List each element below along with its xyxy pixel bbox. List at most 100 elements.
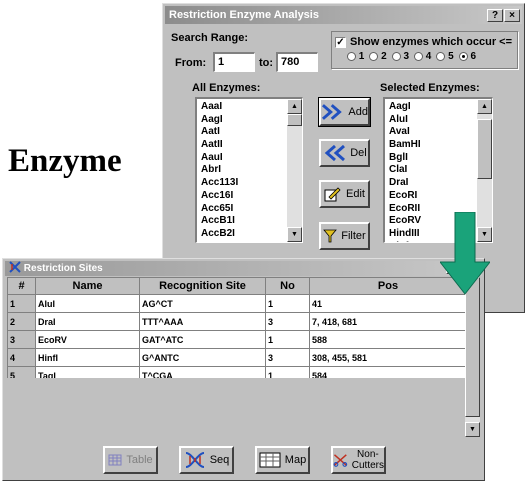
- cell-pos: 7, 418, 681: [309, 312, 467, 331]
- cell-pos: 308, 455, 581: [309, 348, 467, 367]
- scroll-thumb[interactable]: [477, 119, 492, 179]
- scroll-down-icon[interactable]: ▼: [287, 227, 302, 242]
- cell-no: 3: [265, 348, 310, 367]
- from-input[interactable]: 1: [213, 52, 255, 72]
- column-header[interactable]: Recognition Site: [139, 277, 266, 295]
- to-label: to:: [259, 57, 274, 69]
- slide-heading: Enzyme: [8, 143, 122, 179]
- scroll-down-icon[interactable]: ▼: [465, 422, 480, 437]
- non-cutters-label: Non- Cutters: [352, 449, 384, 471]
- occur-option-4[interactable]: 4: [414, 51, 431, 62]
- cell-pos: 588: [309, 330, 467, 349]
- seq-button-label: Seq: [209, 454, 230, 466]
- column-header[interactable]: #: [7, 277, 36, 295]
- table-button-label: Table: [126, 454, 153, 466]
- cell-num: 2: [7, 312, 36, 331]
- radio-label: 6: [467, 51, 477, 62]
- restriction-sites-window: Restriction Sites # Name Recognition Site N…: [2, 258, 485, 481]
- cell-no: 1: [265, 330, 310, 349]
- radio-label: 1: [356, 51, 365, 62]
- cell-pos: 41: [309, 294, 467, 313]
- cell-no: 1: [265, 294, 310, 313]
- filter-button-label: Filter: [341, 230, 366, 242]
- sites-scrollbar[interactable]: ▼: [465, 277, 480, 437]
- cell-name: DraI: [35, 312, 140, 331]
- edit-button-label: Edit: [346, 188, 365, 200]
- add-button[interactable]: Add: [318, 97, 371, 127]
- to-input[interactable]: 780: [276, 52, 318, 72]
- scroll-up-icon[interactable]: ▲: [287, 99, 302, 114]
- edit-pencil-icon: [324, 187, 341, 202]
- cell-no: 3: [265, 312, 310, 331]
- del-button[interactable]: Del: [319, 139, 370, 167]
- all-enzymes-list[interactable]: AaaI AagI AatI AatII AauI AbrI Acc113I Acc16I Ac…: [195, 97, 303, 243]
- occur-option-3[interactable]: 3: [391, 51, 409, 62]
- cell-site: GAT^ATC: [139, 330, 266, 349]
- radio-button[interactable]: [391, 51, 401, 61]
- column-header[interactable]: Name: [35, 277, 140, 295]
- scroll-up-icon[interactable]: ▲: [477, 99, 492, 114]
- enzyme-analysis-title: Restriction Enzyme Analysis: [169, 9, 319, 21]
- double-chevron-right-icon: [321, 104, 342, 120]
- table-row[interactable]: 1 AluI AG^CT 1 41: [7, 294, 467, 313]
- column-header[interactable]: No: [265, 277, 310, 295]
- occur-option-6[interactable]: 6: [458, 51, 477, 62]
- radio-label: 2: [378, 51, 387, 62]
- enzyme-analysis-titlebar: Restriction Enzyme Analysis ? ×: [165, 6, 522, 24]
- occur-option-1[interactable]: 1: [347, 51, 364, 62]
- radio-label: 4: [423, 51, 432, 62]
- cell-name: AluI: [35, 294, 140, 313]
- search-range-label: Search Range:: [171, 32, 249, 44]
- cell-name: EcoRV: [35, 330, 140, 349]
- occurrence-radio-group: 1 2 3 4 5 6: [347, 51, 481, 62]
- cell-num: 1: [7, 294, 36, 313]
- scroll-thumb[interactable]: [287, 114, 302, 126]
- from-label: From:: [175, 57, 207, 69]
- dna-icon: [9, 261, 21, 273]
- non-cutters-label-line1: Non-: [357, 449, 379, 460]
- table-row[interactable]: 4 HinfI G^ANTC 3 308, 455, 581: [7, 348, 467, 367]
- radio-label: 5: [445, 51, 454, 62]
- cell-num: 4: [7, 348, 36, 367]
- cell-name: HinfI: [35, 348, 140, 367]
- table-row[interactable]: 3 EcoRV GAT^ATC 1 588: [7, 330, 467, 349]
- non-cutters-button[interactable]: Non- Cutters: [331, 446, 386, 474]
- radio-button[interactable]: [414, 51, 424, 61]
- sites-table: # Name Recognition Site No Pos 1 AluI AG^CT 1 41…: [7, 277, 467, 385]
- radio-button[interactable]: [458, 51, 468, 61]
- cell-site: TTT^AAA: [139, 312, 266, 331]
- scroll-thumb[interactable]: [465, 277, 480, 417]
- all-enzymes-label: All Enzymes:: [192, 82, 261, 94]
- all-enzymes-scrollbar[interactable]: ▲ ▼: [287, 99, 302, 242]
- cell-site: AG^CT: [139, 294, 266, 313]
- show-occur-checkbox[interactable]: ✓: [335, 37, 346, 48]
- green-down-arrow-icon: [440, 212, 490, 295]
- sites-table-empty-area: [7, 378, 465, 438]
- non-cutters-label-line2: Cutters: [351, 460, 384, 471]
- selected-enzymes-label: Selected Enzymes:: [380, 82, 480, 94]
- edit-button[interactable]: Edit: [319, 180, 370, 208]
- radio-button[interactable]: [369, 51, 379, 61]
- map-button-label: Map: [284, 454, 307, 466]
- sites-title: Restriction Sites: [23, 263, 103, 274]
- map-button[interactable]: Map: [255, 446, 310, 474]
- close-button[interactable]: ×: [504, 9, 520, 22]
- add-button-label: Add: [348, 106, 368, 118]
- occur-option-5[interactable]: 5: [436, 51, 454, 62]
- funnel-icon: [323, 229, 338, 243]
- seq-button[interactable]: Seq: [179, 446, 234, 474]
- cell-num: 3: [7, 330, 36, 349]
- filter-button[interactable]: Filter: [319, 222, 370, 250]
- table-row[interactable]: 2 DraI TTT^AAA 3 7, 418, 681: [7, 312, 467, 331]
- map-icon: [259, 452, 281, 468]
- table-icon: [108, 454, 122, 466]
- occur-option-2[interactable]: 2: [369, 51, 387, 62]
- help-button[interactable]: ?: [487, 9, 503, 22]
- sites-titlebar: Restriction Sites: [5, 261, 482, 276]
- sequence-icon: [185, 452, 204, 468]
- radio-button[interactable]: [347, 51, 356, 61]
- table-button: Table: [103, 446, 158, 474]
- scissors-icon: [333, 454, 348, 467]
- show-occur-label: Show enzymes which occur <=: [350, 36, 512, 48]
- del-button-label: Del: [350, 147, 367, 159]
